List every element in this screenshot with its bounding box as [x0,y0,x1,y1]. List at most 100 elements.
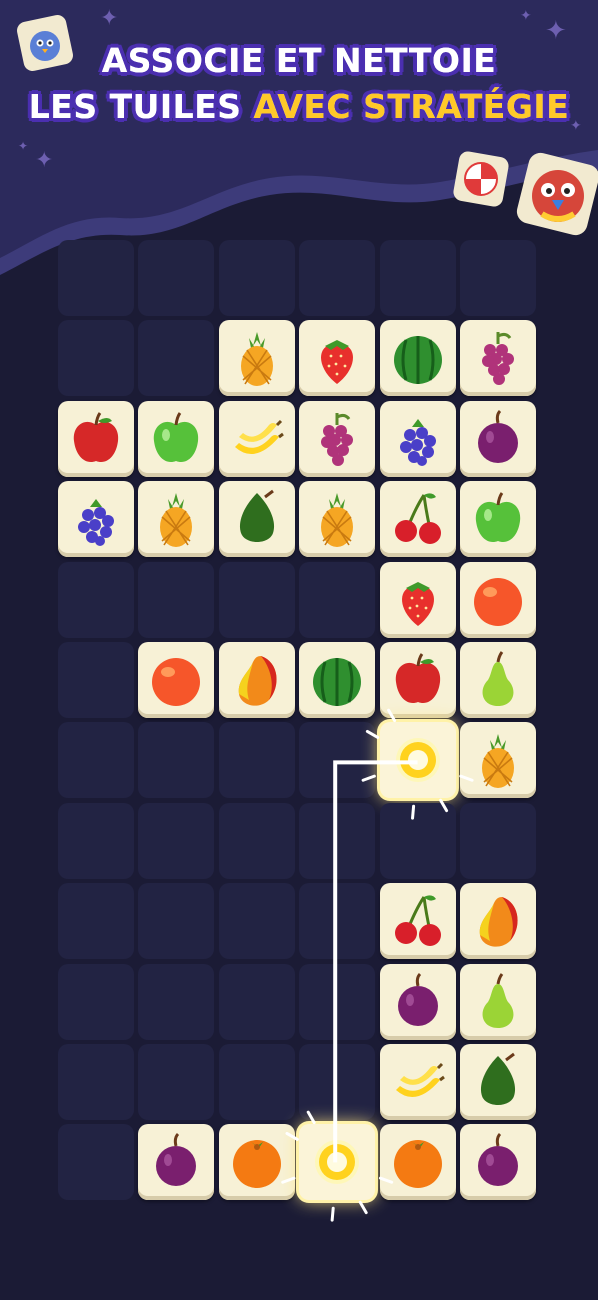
tile-plum[interactable] [380,964,456,1040]
plum-icon [398,972,438,1026]
headline: ASSOCIE ET NETTOIE LES TUILES AVEC STRAT… [0,38,598,130]
tile-orange[interactable] [380,1124,456,1200]
tile-blackberry[interactable] [380,401,456,477]
tile-pineapple[interactable] [138,481,214,557]
watermelon-icon [313,658,361,706]
tile-plum[interactable] [460,1124,536,1200]
star-icon: ✦ [35,148,54,173]
tile-green-apple[interactable] [460,481,536,557]
empty-cell [138,883,214,959]
grapes-icon [482,332,514,385]
empty-cell [219,883,295,959]
tile-strawberry[interactable] [299,320,375,396]
tile-pineapple[interactable] [299,481,375,557]
cherries-icon [395,493,441,544]
red-apple-icon [395,653,441,704]
headline-line-2: LES TUILES AVEC STRATÉGIE [0,84,598,130]
empty-cell [380,803,456,879]
tile-grapes[interactable] [299,401,375,477]
tile-banana[interactable] [380,1044,456,1120]
tile-cherries[interactable] [380,883,456,959]
empty-cell [299,803,375,879]
empty-cell [58,1044,134,1120]
tile-lemon[interactable] [299,1124,375,1200]
empty-cell [138,562,214,638]
tile-orange[interactable] [219,1124,295,1200]
tile-pear[interactable] [460,642,536,718]
tile-pear[interactable] [460,964,536,1040]
peach-icon [152,658,200,706]
empty-cell [219,240,295,316]
mango-icon [479,897,518,947]
pineapple-icon [321,493,353,547]
tile-lemon[interactable] [380,722,456,798]
green-apple-icon [475,492,521,543]
tile-blackberry[interactable] [58,481,134,557]
tile-avocado[interactable] [460,1044,536,1120]
pineapple-icon [241,332,273,386]
tile-avocado[interactable] [219,481,295,557]
mango-icon [238,656,277,706]
empty-cell [219,964,295,1040]
empty-cell [58,562,134,638]
pineapple-icon [482,734,514,788]
red-apple-icon [73,412,119,463]
tile-strawberry[interactable] [380,562,456,638]
strawberry-icon [321,340,353,384]
sparkle-icon [330,1206,335,1222]
empty-cell [219,562,295,638]
tile-peach[interactable] [138,642,214,718]
empty-cell [138,964,214,1040]
watermelon-icon [394,336,442,384]
star-icon: ✦ [520,8,532,24]
tile-plum[interactable] [138,1124,214,1200]
avocado-icon [239,489,275,542]
tile-pineapple[interactable] [219,320,295,396]
tile-green-apple[interactable] [138,401,214,477]
tile-mango[interactable] [219,642,295,718]
orange-icon [394,1140,442,1188]
sparkle-icon [358,1200,368,1215]
empty-cell [58,964,134,1040]
empty-cell [299,1044,375,1120]
empty-cell [138,803,214,879]
tile-cherries[interactable] [380,481,456,557]
plum-icon [478,1132,518,1186]
empty-cell [460,803,536,879]
banana-icon [235,419,284,455]
tile-grapes[interactable] [460,320,536,396]
orange-icon [233,1140,281,1188]
empty-cell [58,803,134,879]
tile-pineapple[interactable] [460,722,536,798]
tile-mango[interactable] [460,883,536,959]
empty-cell [58,722,134,798]
empty-cell [299,562,375,638]
empty-cell [299,964,375,1040]
tile-plum[interactable] [460,401,536,477]
bird-mascot-icon [516,152,598,236]
green-apple-icon [153,412,199,463]
empty-cell [58,1124,134,1200]
grapes-icon [321,413,353,466]
avocado-icon [480,1052,516,1105]
tile-peach[interactable] [460,562,536,638]
blackberry-icon [400,419,436,466]
tile-red-apple[interactable] [58,401,134,477]
star-icon: ✦ [100,6,119,31]
tile-watermelon[interactable] [299,642,375,718]
pear-icon [482,973,514,1028]
banana-icon [396,1062,445,1098]
empty-cell [299,240,375,316]
empty-cell [138,320,214,396]
tile-red-apple[interactable] [380,642,456,718]
empty-cell [460,240,536,316]
empty-cell [138,240,214,316]
peach-icon [474,578,522,626]
tile-watermelon[interactable] [380,320,456,396]
lemon-icon [396,738,440,782]
blackberry-icon [78,499,114,546]
tile-banana[interactable] [219,401,295,477]
empty-cell [138,1044,214,1120]
empty-cell [219,1044,295,1120]
cherries-icon [395,895,441,946]
